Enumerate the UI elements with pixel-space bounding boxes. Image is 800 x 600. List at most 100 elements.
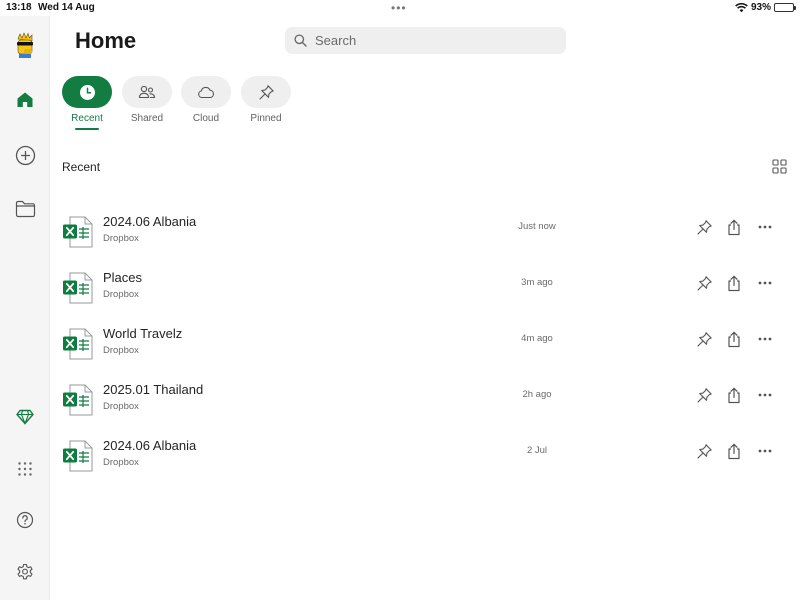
sidebar-item-help[interactable] (12, 507, 38, 533)
sidebar-item-premium[interactable] (12, 404, 38, 430)
active-tab-indicator (75, 128, 99, 130)
battery-icon (774, 3, 796, 12)
file-name[interactable]: 2025.01 Thailand (103, 382, 203, 397)
tab-pinned[interactable]: Pinned (241, 76, 291, 124)
more-options-button[interactable] (755, 441, 775, 461)
tab-pinned-button[interactable] (241, 76, 291, 108)
diamond-icon (16, 409, 34, 425)
multitasking-dots-icon[interactable]: ••• (391, 1, 407, 15)
share-icon (728, 331, 740, 347)
file-row[interactable]: 2025.01 Thailand Dropbox 2h ago (62, 381, 792, 431)
more-options-button[interactable] (755, 273, 775, 293)
file-location: Dropbox (103, 401, 139, 412)
more-icon (758, 337, 772, 341)
share-button[interactable] (724, 385, 744, 405)
pin-icon (258, 84, 274, 100)
people-icon (138, 85, 156, 99)
home-icon (17, 92, 33, 107)
file-modified: 2 Jul (526, 445, 548, 456)
status-bar: 13:18 Wed 14 Aug ••• 93% (0, 0, 800, 16)
status-right: 93% (735, 2, 796, 13)
tab-cloud[interactable]: Cloud (181, 76, 231, 124)
file-location: Dropbox (103, 289, 139, 300)
user-avatar-icon (17, 32, 33, 58)
file-modified: 3m ago (521, 277, 553, 288)
status-time: 13:18 (6, 2, 32, 13)
search-icon (294, 34, 307, 47)
file-name[interactable]: 2024.06 Albania (103, 438, 196, 453)
sidebar-item-home[interactable] (12, 87, 38, 113)
share-icon (728, 443, 740, 459)
excel-file-icon (63, 384, 93, 416)
more-options-button[interactable] (755, 385, 775, 405)
pin-button[interactable] (694, 273, 714, 293)
more-icon (758, 449, 772, 453)
grid-view-icon[interactable] (772, 159, 787, 174)
pin-icon (696, 443, 712, 459)
pin-button[interactable] (694, 217, 714, 237)
tab-recent[interactable]: Recent (62, 76, 112, 130)
file-modified: Just now (518, 221, 556, 232)
tab-shared-button[interactable] (122, 76, 172, 108)
share-button[interactable] (724, 329, 744, 349)
pin-icon (696, 219, 712, 235)
search-input[interactable] (315, 33, 545, 48)
excel-file-icon (63, 216, 93, 248)
pin-button[interactable] (694, 385, 714, 405)
tab-cloud-button[interactable] (181, 76, 231, 108)
file-modified: 4m ago (521, 333, 553, 344)
file-name[interactable]: World Travelz (103, 326, 182, 341)
more-icon (758, 393, 772, 397)
pin-icon (696, 387, 712, 403)
file-name[interactable]: Places (103, 270, 142, 285)
share-icon (728, 387, 740, 403)
pin-icon (696, 275, 712, 291)
wifi-icon (735, 2, 748, 12)
file-modified: 2h ago (522, 389, 552, 400)
tab-pinned-label: Pinned (250, 113, 282, 124)
search-bar[interactable] (285, 27, 566, 54)
pin-button[interactable] (694, 441, 714, 461)
sidebar-item-create[interactable] (12, 142, 38, 168)
more-options-button[interactable] (755, 217, 775, 237)
file-name[interactable]: 2024.06 Albania (103, 214, 196, 229)
file-row[interactable]: Places Dropbox 3m ago (62, 269, 792, 319)
more-icon (758, 225, 772, 229)
more-options-button[interactable] (755, 329, 775, 349)
help-icon (16, 511, 34, 529)
share-icon (728, 275, 740, 291)
sidebar-item-browse[interactable] (12, 196, 38, 222)
share-button[interactable] (724, 217, 744, 237)
sidebar-item-apps[interactable] (12, 456, 38, 482)
file-row[interactable]: 2024.06 Albania Dropbox Just now (62, 213, 792, 263)
app-grid-icon (18, 462, 32, 476)
sidebar-item-settings[interactable] (12, 559, 38, 585)
tab-recent-button[interactable] (62, 76, 112, 108)
file-row[interactable]: 2024.06 Albania Dropbox 2 Jul (62, 437, 792, 487)
tab-recent-label: Recent (71, 113, 103, 124)
share-button[interactable] (724, 273, 744, 293)
excel-file-icon (63, 328, 93, 360)
battery-percent: 93% (750, 2, 771, 13)
file-location: Dropbox (103, 345, 139, 356)
clock-icon (79, 84, 95, 100)
excel-file-icon (63, 272, 93, 304)
file-row[interactable]: World Travelz Dropbox 4m ago (62, 325, 792, 375)
tab-cloud-label: Cloud (192, 113, 220, 124)
pin-icon (696, 331, 712, 347)
more-icon (758, 281, 772, 285)
add-circle-icon (15, 145, 35, 165)
status-date: Wed 14 Aug (38, 2, 95, 13)
share-icon (728, 219, 740, 235)
excel-file-icon (63, 440, 93, 472)
avatar[interactable] (12, 32, 38, 58)
pin-button[interactable] (694, 329, 714, 349)
share-button[interactable] (724, 441, 744, 461)
sidebar (0, 16, 50, 600)
page-title: Home (75, 28, 137, 53)
file-location: Dropbox (103, 233, 139, 244)
tab-shared[interactable]: Shared (122, 76, 172, 124)
gear-icon (17, 563, 33, 580)
tab-shared-label: Shared (130, 113, 164, 124)
folder-icon (15, 200, 35, 218)
